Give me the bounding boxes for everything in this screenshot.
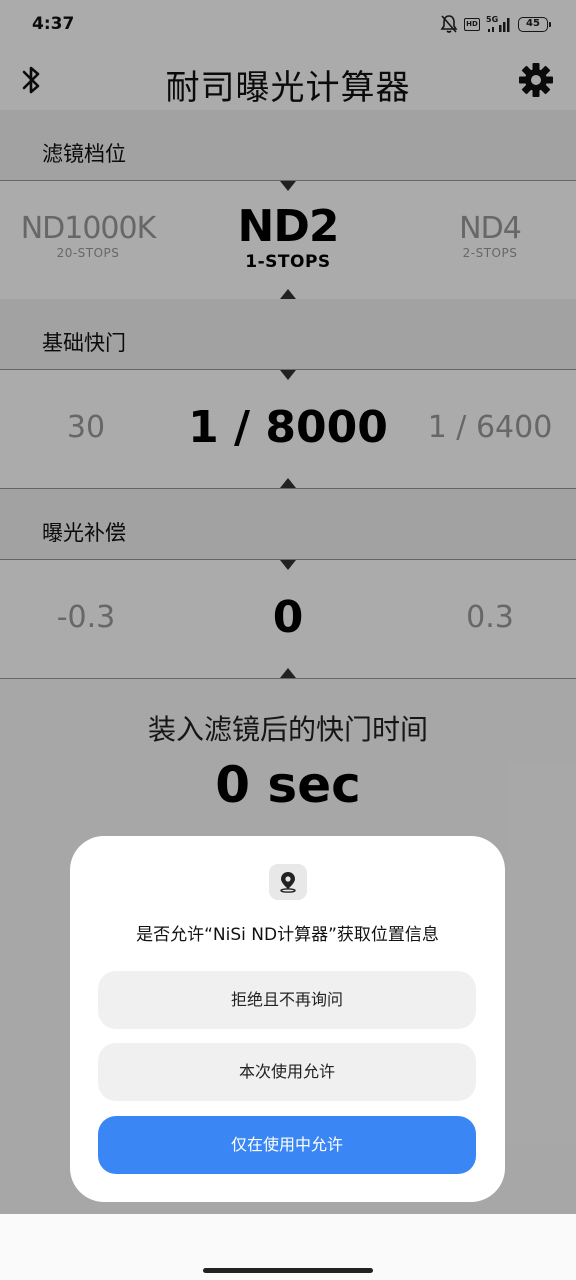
location-icon-container — [269, 864, 307, 900]
app-screen: 4:37 HD 5G 45 耐司曝光计算器 滤镜档位 ND1000K 20-ST… — [0, 0, 576, 1280]
deny-permanently-button[interactable]: 拒绝且不再询问 — [98, 971, 476, 1029]
dialog-message: 是否允许“NiSi ND计算器”获取位置信息 — [136, 925, 439, 945]
allow-while-using-button[interactable]: 仅在使用中允许 — [98, 1116, 476, 1174]
location-pin-icon — [280, 872, 296, 893]
allow-once-button[interactable]: 本次使用允许 — [98, 1043, 476, 1101]
home-indicator[interactable] — [203, 1268, 373, 1273]
location-permission-dialog: 是否允许“NiSi ND计算器”获取位置信息 拒绝且不再询问 本次使用允许 仅在… — [70, 836, 505, 1202]
